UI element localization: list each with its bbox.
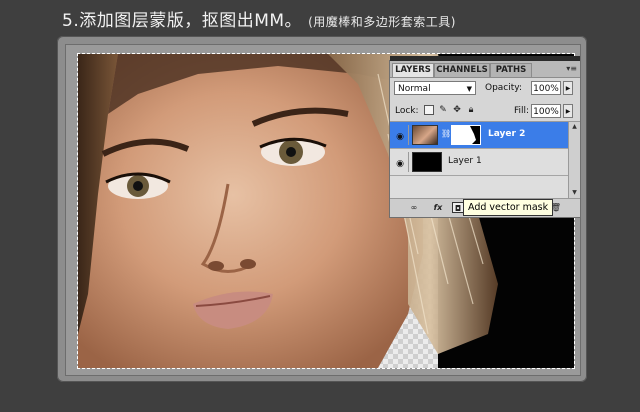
eye-icon: ◉ (396, 132, 404, 142)
blend-mode-select[interactable]: Normal ▼ (394, 81, 476, 95)
fill-slider-button[interactable]: ▶ (563, 104, 573, 118)
layers-scrollbar[interactable]: ▲ ▼ (568, 122, 580, 198)
opacity-label: Opacity: (485, 83, 522, 93)
scroll-up-icon[interactable]: ▲ (569, 122, 580, 132)
scroll-down-icon[interactable]: ▼ (569, 188, 580, 198)
fill-label: Fill: (514, 106, 530, 116)
layers-list: ◉ ⛓ Layer 2 ◉ Layer 1 (390, 122, 568, 198)
tab-layers[interactable]: LAYERS (392, 63, 434, 77)
lock-pixels-icon[interactable]: ✎ (438, 105, 448, 115)
tutorial-step-text: 5.添加图层蒙版，抠图出MM。 (62, 11, 303, 31)
link-layers-icon[interactable]: ∞ (408, 202, 420, 213)
layer-name: Layer 1 (448, 156, 482, 166)
layer-thumbnail[interactable] (412, 152, 442, 172)
opacity-slider-button[interactable]: ▶ (563, 81, 573, 95)
blend-mode-value: Normal (398, 84, 431, 94)
lock-transparent-icon[interactable] (424, 105, 434, 115)
mask-shape-icon (452, 126, 476, 144)
fill-field[interactable]: 100% (531, 104, 561, 118)
tutorial-heading: 5.添加图层蒙版，抠图出MM。 (用魔棒和多边形套索工具) (62, 6, 456, 31)
opacity-field[interactable]: 100% (531, 81, 561, 95)
visibility-toggle[interactable]: ◉ (392, 125, 409, 145)
layer-row-layer-1[interactable]: ◉ Layer 1 (390, 149, 568, 176)
layer-thumbnail[interactable] (412, 125, 438, 145)
tab-channels[interactable]: CHANNELS (434, 63, 490, 77)
layer-row-layer-2[interactable]: ◉ ⛓ Layer 2 (390, 122, 568, 149)
fx-icon[interactable]: fx (432, 202, 444, 213)
tab-paths[interactable]: PATHS (490, 63, 532, 77)
lock-label: Lock: (395, 106, 419, 116)
link-icon[interactable]: ⛓ (441, 129, 451, 138)
blend-opacity-row: Normal ▼ Opacity: 100% ▶ (390, 79, 580, 101)
palette-menu-icon[interactable]: ▾≡ (566, 64, 577, 73)
lock-fill-row: Lock: ✎ ✥ 🔒︎ Fill: 100% ▶ (390, 101, 580, 122)
tutorial-step-note: (用魔棒和多边形套索工具) (308, 15, 456, 29)
chevron-down-icon: ▼ (466, 85, 472, 93)
tooltip: Add vector mask (463, 199, 554, 216)
layers-palette: LAYERS CHANNELS PATHS ▾≡ Normal ▼ Opacit… (389, 56, 581, 218)
layer-name: Layer 2 (488, 129, 526, 139)
lock-all-icon[interactable]: 🔒︎ (466, 105, 476, 115)
palette-tabs: LAYERS CHANNELS PATHS ▾≡ (390, 61, 580, 78)
lock-position-icon[interactable]: ✥ (452, 105, 462, 115)
eye-icon: ◉ (396, 159, 404, 169)
visibility-toggle[interactable]: ◉ (392, 152, 409, 172)
mask-thumbnail[interactable] (451, 125, 481, 145)
